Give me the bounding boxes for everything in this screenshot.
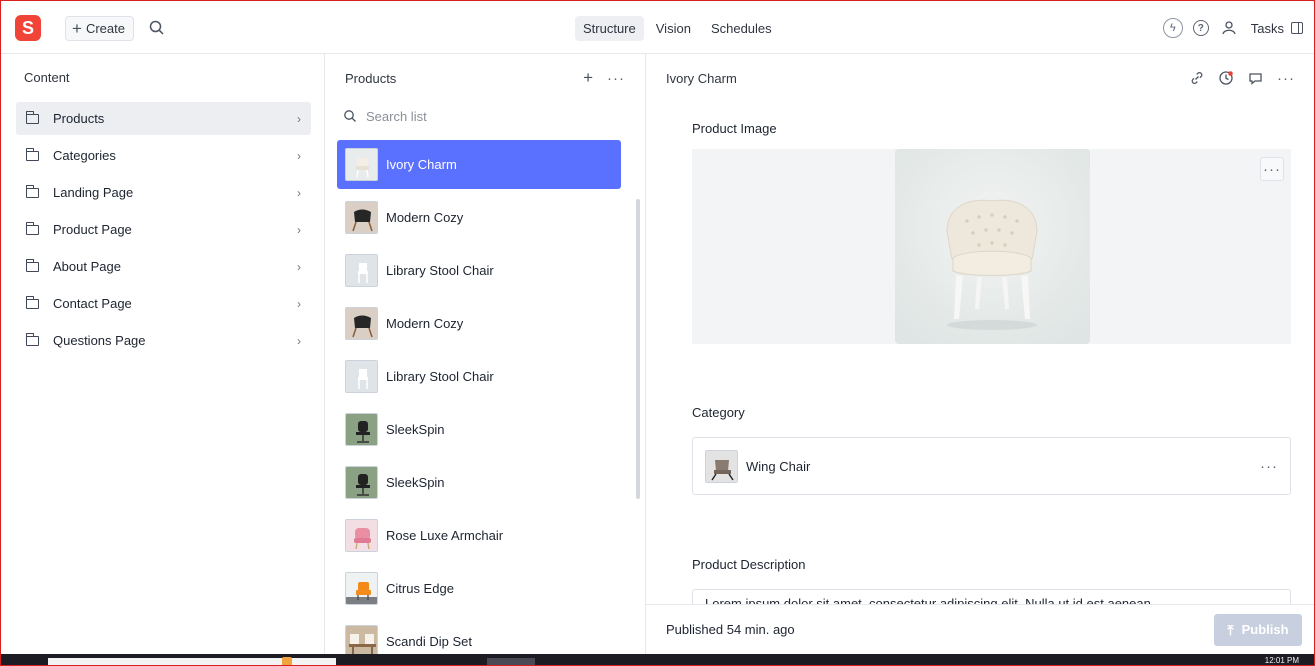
content-item-questions-page[interactable]: Questions Page › [16, 324, 311, 357]
chair-thumbnail [345, 201, 378, 234]
chair-thumbnail [345, 625, 378, 654]
document-footer: Published 54 min. ago ⤒ Publish [646, 604, 1315, 654]
products-pane-header: Products + ··· [325, 54, 645, 102]
chair-thumbnail [345, 519, 378, 552]
more-options-icon: ··· [1263, 160, 1281, 178]
publish-arrow-icon: ⤒ [1227, 621, 1234, 638]
chevron-right-icon: › [297, 296, 301, 311]
folder-icon [25, 147, 39, 161]
chair-thumbnail [345, 466, 378, 499]
more-options-icon[interactable]: ··· [1260, 459, 1278, 474]
content-pane: Content Products › Categories › Landing … [0, 54, 325, 654]
product-row-ivory-charm[interactable]: Ivory Charm [337, 140, 621, 189]
ivory-charm-chair-image [895, 149, 1090, 344]
content-item-products[interactable]: Products › [16, 102, 311, 135]
product-row-sleekspin[interactable]: SleekSpin [337, 405, 621, 454]
studio-logo[interactable]: S [15, 15, 41, 41]
more-options-icon[interactable]: ··· [1277, 71, 1295, 86]
chevron-right-icon: › [297, 111, 301, 126]
content-item-product-page[interactable]: Product Page › [16, 213, 311, 246]
product-row-library-stool-chair[interactable]: Library Stool Chair [337, 352, 621, 401]
taskbar-app-window[interactable] [48, 658, 336, 666]
products-list-scrollbar[interactable] [636, 199, 640, 499]
image-options-button[interactable]: ··· [1260, 157, 1284, 181]
products-pane: Products + ··· Search list Ivory Charm M… [325, 54, 646, 654]
folder-icon [25, 110, 39, 124]
product-description-label: Product Description [692, 557, 806, 572]
tasks-label[interactable]: Tasks [1251, 21, 1284, 36]
plus-icon: + [72, 19, 82, 38]
comment-icon[interactable] [1248, 71, 1263, 86]
search-icon [344, 110, 356, 122]
products-pane-title: Products [345, 70, 397, 86]
publish-button[interactable]: ⤒ Publish [1214, 613, 1302, 646]
product-image-label: Product Image [692, 121, 777, 136]
link-icon[interactable] [1190, 71, 1204, 85]
product-row-library-stool-chair[interactable]: Library Stool Chair [337, 246, 621, 295]
create-button-label: Create [85, 21, 125, 36]
product-row-citrus-edge[interactable]: Citrus Edge [337, 564, 621, 613]
os-taskbar: 12:01 PM [0, 654, 1315, 666]
main-tabs: Structure Vision Schedules [575, 16, 780, 41]
product-row-modern-cozy[interactable]: Modern Cozy [337, 299, 621, 348]
category-reference-field[interactable]: Wing Chair ··· [692, 437, 1291, 495]
tab-vision[interactable]: Vision [648, 16, 699, 41]
chair-thumbnail [345, 572, 378, 605]
category-label: Category [692, 405, 745, 420]
products-search[interactable]: Search list [325, 102, 645, 130]
tab-schedules[interactable]: Schedules [703, 16, 780, 41]
category-value: Wing Chair [746, 458, 811, 474]
folder-icon [25, 332, 39, 346]
chevron-right-icon: › [297, 185, 301, 200]
chevron-right-icon: › [297, 222, 301, 237]
content-pane-title: Content [24, 70, 70, 85]
top-navigation-bar: S + Create Structure Vision Schedules ϟ … [0, 0, 1315, 54]
document-title: Ivory Charm [666, 70, 737, 86]
chevron-right-icon: › [297, 259, 301, 274]
content-item-landing-page[interactable]: Landing Page › [16, 176, 311, 209]
product-row-rose-luxe-armchair[interactable]: Rose Luxe Armchair [337, 511, 621, 560]
chair-thumbnail [345, 413, 378, 446]
document-header: Ivory Charm ··· [646, 54, 1315, 102]
content-nav-list: Products › Categories › Landing Page › P… [0, 102, 324, 357]
chair-thumbnail [345, 254, 378, 287]
folder-icon [25, 258, 39, 272]
products-list: Ivory Charm Modern Cozy Library Stool Ch… [337, 140, 621, 654]
product-image-field[interactable]: ··· [692, 149, 1291, 344]
publish-button-label: Publish [1241, 622, 1289, 637]
folder-icon [25, 221, 39, 235]
chair-thumbnail [345, 360, 378, 393]
folder-icon [25, 184, 39, 198]
document-editor-pane: Ivory Charm ··· Product Image ··· Catego… [646, 54, 1315, 654]
chevron-right-icon: › [297, 333, 301, 348]
publish-status: Published 54 min. ago [666, 622, 795, 637]
tab-structure[interactable]: Structure [575, 16, 644, 41]
product-row-scandi-dip-set[interactable]: Scandi Dip Set [337, 617, 621, 654]
content-item-categories[interactable]: Categories › [16, 139, 311, 172]
create-button[interactable]: + Create [65, 16, 134, 41]
taskbar-app-icon[interactable] [487, 658, 535, 666]
search-list-placeholder: Search list [366, 108, 427, 124]
chair-thumbnail [345, 148, 378, 181]
search-icon[interactable] [147, 18, 167, 38]
taskbar-app-icon[interactable] [282, 657, 292, 666]
taskbar-clock: 12:01 PM [1264, 656, 1299, 665]
content-item-contact-page[interactable]: Contact Page › [16, 287, 311, 320]
add-document-icon[interactable]: + [583, 68, 593, 88]
user-icon[interactable] [1215, 14, 1243, 42]
chevron-right-icon: › [297, 148, 301, 163]
wing-chair-thumbnail [705, 449, 738, 483]
top-right-actions: ϟ ? Tasks [1159, 14, 1315, 42]
more-options-icon[interactable]: ··· [607, 71, 625, 86]
help-icon[interactable]: ? [1187, 14, 1215, 42]
folder-icon [25, 295, 39, 309]
lightning-icon[interactable]: ϟ [1159, 14, 1187, 42]
content-item-about-page[interactable]: About Page › [16, 250, 311, 283]
chair-thumbnail [345, 307, 378, 340]
history-icon[interactable] [1218, 70, 1234, 86]
product-row-sleekspin[interactable]: SleekSpin [337, 458, 621, 507]
sidebar-toggle-icon[interactable] [1291, 22, 1303, 34]
product-row-modern-cozy[interactable]: Modern Cozy [337, 193, 621, 242]
